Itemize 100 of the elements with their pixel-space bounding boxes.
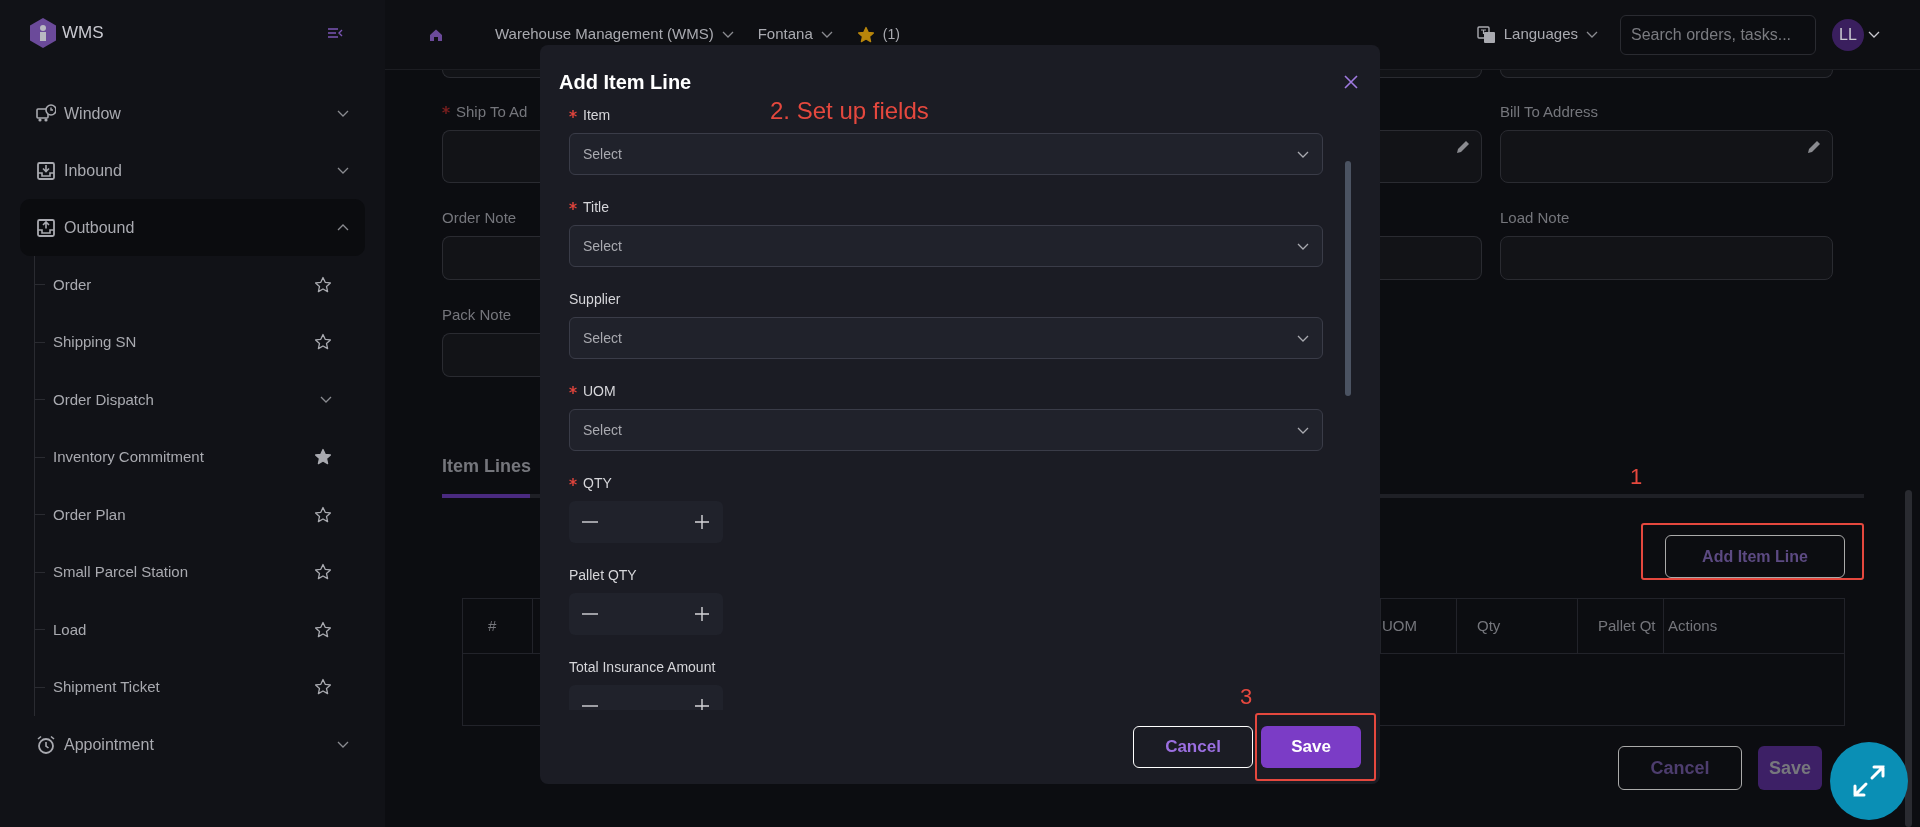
translate-icon xyxy=(1476,25,1496,44)
submenu-label: Order xyxy=(53,274,92,295)
avatar: LL xyxy=(1832,18,1864,51)
text-field[interactable] xyxy=(1380,236,1482,280)
submenu-item[interactable]: Load xyxy=(35,601,385,659)
field-label: Pack Note xyxy=(442,304,512,325)
field-label: Order Note xyxy=(442,207,517,228)
star-outline-icon[interactable] xyxy=(314,333,332,352)
chevron-up-icon xyxy=(337,223,349,232)
step-number: 3 xyxy=(1240,686,1253,708)
scrollbar[interactable] xyxy=(1345,161,1351,396)
column-header: Qty xyxy=(1477,615,1501,636)
sidebar-item-label: Appointment xyxy=(64,734,154,755)
select-field[interactable]: Select xyxy=(569,133,1323,175)
sidebar-item[interactable]: Appointment xyxy=(20,716,365,773)
submenu-label: Inventory Commitment xyxy=(53,447,204,467)
close-icon xyxy=(1344,75,1358,89)
plus-icon xyxy=(694,698,710,710)
submenu-item[interactable]: Shipment Ticket xyxy=(35,658,385,716)
sidebar-item[interactable]: Inbound xyxy=(20,142,365,199)
field-label: Item xyxy=(583,106,611,125)
text-field[interactable] xyxy=(1500,236,1833,280)
language-dropdown[interactable]: Languages xyxy=(1476,23,1598,46)
field-label: UOM xyxy=(583,382,616,401)
chevron-down-icon xyxy=(337,166,349,175)
text-field[interactable] xyxy=(442,333,540,377)
sidebar-item-label: Inbound xyxy=(64,160,122,181)
submenu-label: Order Dispatch xyxy=(53,389,154,410)
breadcrumb-dropdown[interactable]: Warehouse Management (WMS) xyxy=(495,23,734,46)
chevron-down-icon xyxy=(1297,425,1309,435)
pencil-icon xyxy=(1455,139,1471,155)
account-menu[interactable]: LL xyxy=(1832,18,1880,51)
favorites-count: (1) xyxy=(882,25,900,44)
minus-icon xyxy=(582,521,598,523)
star-outline-icon[interactable] xyxy=(314,275,332,294)
sidebar-item[interactable]: Outbound xyxy=(20,199,365,256)
modal-title: Add Item Line xyxy=(559,70,692,95)
star-outline-icon[interactable] xyxy=(314,678,332,697)
truck-clock-icon xyxy=(36,103,56,124)
select-field[interactable]: Select xyxy=(569,225,1323,267)
chevron-down-icon xyxy=(1297,333,1309,343)
chevron-down-icon xyxy=(337,109,349,118)
chevron-down-icon xyxy=(721,30,734,39)
chevron-down-icon xyxy=(1586,30,1598,39)
submenu-label: Small Parcel Station xyxy=(53,562,189,582)
select-field[interactable]: Select xyxy=(569,409,1323,451)
star-filled-icon[interactable] xyxy=(314,448,332,467)
minus-icon xyxy=(582,613,598,615)
chevron-down-icon xyxy=(1297,149,1309,159)
hexagon-logo-icon xyxy=(28,17,58,49)
submenu-item[interactable]: Shipping SN xyxy=(35,313,385,371)
sidebar-item[interactable]: Window xyxy=(20,85,365,142)
submenu-label: Shipping SN xyxy=(53,332,137,352)
select-field[interactable]: Select xyxy=(569,317,1323,359)
star-outline-icon[interactable] xyxy=(314,620,332,639)
column-header: Actions xyxy=(1668,615,1718,636)
submenu-item[interactable]: Inventory Commitment xyxy=(35,428,385,486)
tab[interactable]: Item Lines xyxy=(442,453,530,498)
plus-icon xyxy=(694,606,710,622)
column-header: # xyxy=(488,615,497,636)
close-button[interactable] xyxy=(1344,75,1358,89)
logo-text: WMS xyxy=(62,22,104,45)
alarm-clock-icon xyxy=(36,734,56,755)
submenu-label: Order Plan xyxy=(53,504,126,525)
submenu-item[interactable]: Small Parcel Station xyxy=(35,543,385,601)
breadcrumb-dropdown[interactable]: Fontana xyxy=(757,23,833,46)
field-label: QTY xyxy=(583,474,612,493)
collapse-menu-icon xyxy=(327,27,343,39)
field-label: Ship To Ad xyxy=(456,101,528,122)
cancel-button[interactable]: Cancel xyxy=(1133,726,1253,768)
scrollbar[interactable] xyxy=(1905,490,1912,827)
plus-icon xyxy=(694,514,710,530)
home-icon xyxy=(429,28,443,43)
chevron-down-icon xyxy=(337,740,349,749)
field-label: Bill To Address xyxy=(1500,101,1599,122)
chevron-down-icon xyxy=(820,30,833,39)
field-label: Total Insurance Amount xyxy=(569,658,716,677)
chevron-down-icon xyxy=(1297,241,1309,251)
column-header: Pallet Qt xyxy=(1598,615,1656,636)
field-label: Load Note xyxy=(1500,207,1570,228)
search-field[interactable]: Search orders, tasks... xyxy=(1620,14,1816,55)
sidebar-item-label: Window xyxy=(64,103,121,124)
tray-download-icon xyxy=(36,160,56,181)
field-label: Pallet QTY xyxy=(569,566,637,585)
sidebar-item-label: Outbound xyxy=(64,217,135,238)
submenu-item[interactable]: Order xyxy=(35,256,385,314)
text-field[interactable] xyxy=(442,236,540,280)
field-label: Title xyxy=(583,198,609,217)
submenu-item[interactable]: Order Dispatch xyxy=(35,371,385,429)
star-outline-icon[interactable] xyxy=(314,563,332,582)
expand-icon xyxy=(1852,764,1886,798)
step-number: 1 xyxy=(1630,466,1643,488)
star-filled-icon xyxy=(856,25,875,44)
submenu-label: Load xyxy=(53,619,87,640)
field-label: Supplier xyxy=(569,290,621,309)
star-outline-icon[interactable] xyxy=(314,505,332,524)
submenu-item[interactable]: Order Plan xyxy=(35,486,385,544)
save-button[interactable]: Save xyxy=(1261,726,1361,768)
pencil-icon xyxy=(1806,139,1822,155)
chevron-down-icon xyxy=(1868,30,1880,39)
